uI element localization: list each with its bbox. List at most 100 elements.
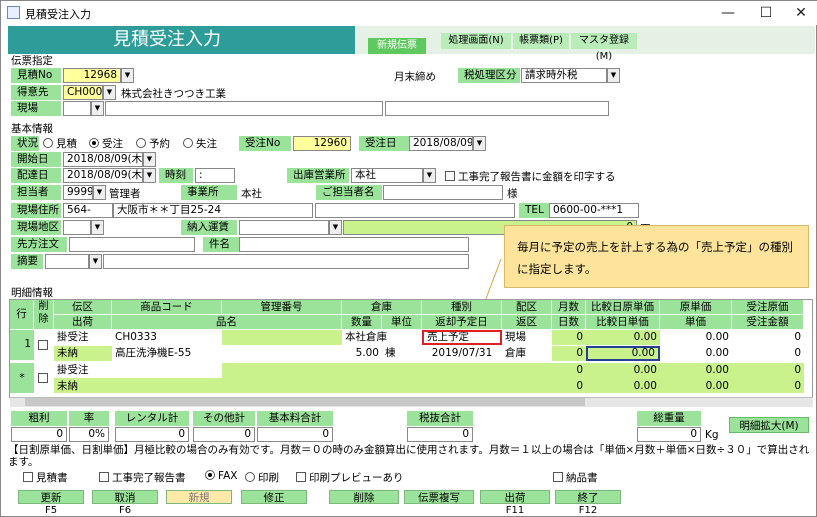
row-qty[interactable]: 5.00 [342,346,382,361]
row-kanri[interactable] [222,330,342,345]
preview-checkbox[interactable]: 印刷プレビューあり [296,470,404,485]
minimize-icon[interactable]: — [713,3,743,23]
row-souko[interactable]: 本社倉庫 [342,330,422,345]
row-name[interactable]: 高圧洗浄機E-55 [112,346,342,361]
close-icon[interactable]: ✕ [786,3,816,23]
juchu-date-input[interactable]: 2018/08/09 [409,136,473,151]
row-hikaku-gen[interactable]: 0.00 [586,330,660,345]
office-select[interactable]: 本社 [351,168,423,183]
unchin-type-select[interactable] [239,220,329,235]
row-code[interactable]: CH0333 [112,330,222,345]
chevron-down-icon[interactable]: ▼ [607,68,620,83]
chevron-down-icon[interactable]: ▼ [423,168,436,183]
row-return-date[interactable]: 2019/07/31 [422,346,502,361]
delete-button[interactable]: 削除 [329,490,399,504]
mitsumori-input[interactable]: 12968 [63,68,121,83]
tab-master[interactable]: マスタ登録(M) [571,33,637,62]
row-shukka[interactable]: 未納 [54,346,112,361]
detail-section-title: 明細情報 [11,287,53,299]
chevron-down-icon[interactable]: ▼ [473,136,486,151]
row-shubetsu[interactable]: 売上予定 [422,330,502,345]
delete-checkbox[interactable] [38,340,51,352]
chevron-down-icon[interactable]: ▼ [93,185,106,200]
genba-extra-input[interactable] [385,101,609,116]
status-radio-juchu[interactable]: 受注 [89,136,123,151]
chevron-down-icon[interactable]: ▼ [329,220,342,235]
tokui-code-input[interactable]: CH0009 [63,85,103,100]
print-radio[interactable]: 印刷 [245,470,279,485]
row-gen[interactable]: 0.00 [660,363,732,378]
chevron-down-icon[interactable]: ▼ [89,254,102,269]
row-juchu-gen[interactable]: 0 [732,363,804,378]
ritsu-value: 0% [69,427,109,442]
row-tan[interactable]: 0.00 [660,379,732,394]
expand-detail-button[interactable]: 明細拡大(M) [729,417,809,433]
row-tan[interactable]: 0.00 [660,346,732,361]
chevron-down-icon[interactable]: ▼ [143,152,156,167]
order-no-input[interactable] [69,237,195,252]
row-hikaku-tan[interactable]: 0.00 [586,379,660,394]
fax-radio[interactable]: FAX [205,470,237,482]
row-hikaku-tan[interactable]: 0.00 [586,346,660,361]
scrollbar-thumb[interactable] [25,398,585,406]
row-months[interactable]: 0 [552,330,586,345]
tekiyo-input[interactable] [103,254,469,269]
row-code[interactable] [112,363,222,378]
cancel-button[interactable]: 取消 [92,490,158,504]
row-juchu-kin[interactable]: 0 [732,346,804,361]
tax-select[interactable]: 請求時外税 [521,68,607,83]
row-hikaku-gen[interactable]: 0.00 [586,363,660,378]
new-button[interactable]: 新規 [166,490,232,504]
report-amount-checkbox[interactable]: 工事完了報告書に金額を印字する [445,169,616,184]
delete-checkbox[interactable] [38,373,51,385]
row-henku[interactable]: 倉庫 [502,346,552,361]
edit-button[interactable]: 修正 [241,490,307,504]
chevron-down-icon[interactable]: ▼ [143,168,156,183]
status-radio-shicchu[interactable]: 失注 [183,136,217,151]
chevron-down-icon[interactable]: ▼ [103,85,116,100]
tantou-input[interactable] [383,185,503,200]
status-radio-yoyaku[interactable]: 予約 [136,136,170,151]
new-slip-tab[interactable]: 新規伝票 [368,38,426,54]
row-haiku[interactable]: 現場 [502,330,552,345]
juchu-no-input[interactable]: 12960 [293,136,351,151]
staff-code-input[interactable]: 9999 [63,185,93,200]
maximize-icon[interactable]: ☐ [751,3,781,23]
chevron-down-icon[interactable]: ▼ [91,101,104,116]
nohin-checkbox[interactable]: 納品書 [553,470,598,485]
copy-slip-button[interactable]: 伝票複写 [404,490,474,504]
genba-code-input[interactable] [63,101,91,116]
ship-button[interactable]: 出荷 [480,490,550,504]
koji-report-checkbox[interactable]: 工事完了報告書 [99,470,186,485]
genba-name-input[interactable] [105,101,383,116]
address-input[interactable]: 大阪市＊＊丁目25-24 [113,203,313,218]
status-radio-mitsumori[interactable]: 見積 [43,136,77,151]
tab-process[interactable]: 処理画面(N) [441,33,511,49]
area-input[interactable] [63,220,91,235]
row-denku[interactable]: 掛受注 [54,330,112,345]
row-months[interactable]: 0 [552,363,586,378]
row-shukka[interactable]: 未納 [54,379,112,394]
row-denku[interactable]: 掛受注 [54,363,112,378]
address2-input[interactable] [315,203,515,218]
exit-button[interactable]: 終了 [555,490,621,504]
tel-input[interactable]: 0600-00-***1 [549,203,639,218]
tokui-label: 得意先 [11,85,61,100]
row-juchu-kin[interactable]: 0 [732,379,804,394]
row-unit[interactable]: 棟 [382,346,422,361]
row-gen[interactable]: 0.00 [660,330,732,345]
row-juchu-gen[interactable]: 0 [732,330,804,345]
update-button[interactable]: 更新 [18,490,84,504]
start-date-input[interactable]: 2018/08/09(木) [63,152,143,167]
row-days[interactable]: 0 [552,346,586,361]
time-input[interactable]: : [195,168,235,183]
chevron-down-icon[interactable]: ▼ [121,68,134,83]
chevron-down-icon[interactable]: ▼ [91,220,104,235]
tab-forms[interactable]: 帳票類(P) [513,33,569,49]
mitsumorisho-checkbox[interactable]: 見積書 [23,470,68,485]
kenmei-input[interactable] [239,237,469,252]
address-zip-input[interactable]: 564-0**0 [63,203,113,218]
tekiyo-code-input[interactable] [45,254,89,269]
row-days[interactable]: 0 [552,379,586,394]
delivery-date-input[interactable]: 2018/08/09(木) [63,168,143,183]
